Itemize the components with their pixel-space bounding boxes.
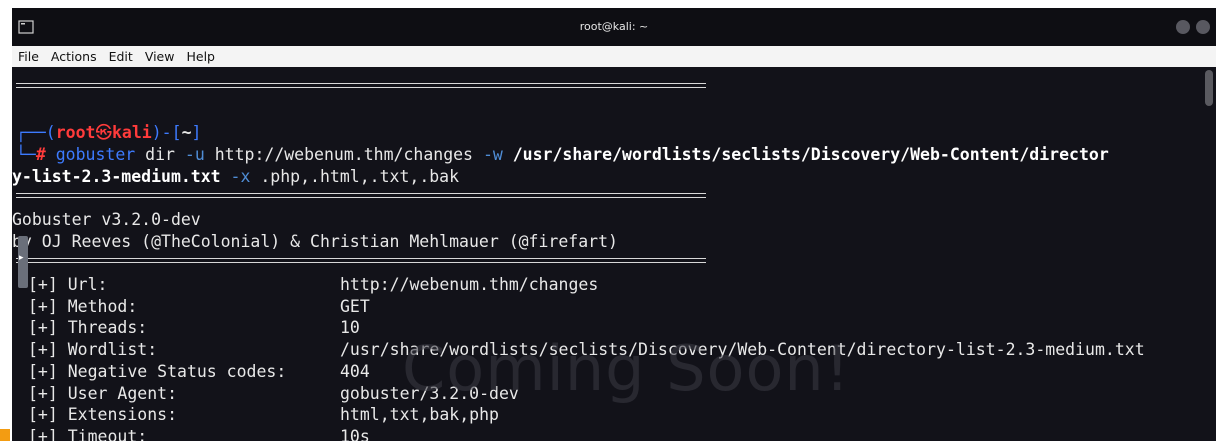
prompt-host: kali: [112, 123, 152, 142]
menu-edit[interactable]: Edit: [109, 49, 133, 64]
window-title: root@kali: ~: [579, 20, 649, 33]
menu-file[interactable]: File: [18, 49, 39, 64]
config-key: [+] Url:: [28, 275, 108, 294]
menu-bar: File Actions Edit View Help: [12, 46, 1216, 67]
config-key: [+] Method:: [28, 296, 138, 316]
config-value: /usr/share/wordlists/seclists/Discovery/…: [340, 340, 1145, 360]
config-value: html,txt,bak,php: [340, 405, 499, 425]
config-value: GET: [340, 296, 370, 316]
separator-line: [16, 258, 706, 263]
minimize-button[interactable]: [1176, 20, 1190, 34]
command-line: └─# gobuster dir -u http://webenum.thm/c…: [16, 145, 1109, 164]
banner-line-2: by OJ Reeves (@TheColonial) & Christian …: [12, 232, 618, 251]
config-key: [+] User Agent:: [28, 383, 178, 403]
side-panel-handle[interactable]: [18, 236, 28, 288]
config-key: [+] Threads:: [28, 318, 148, 338]
config-key: [+] Wordlist:: [28, 340, 158, 360]
banner-line-1: Gobuster v3.2.0-dev: [12, 210, 201, 229]
config-value: 10: [340, 318, 360, 338]
config-value: 404: [340, 361, 370, 381]
config-key: [+] Timeout:: [28, 426, 148, 441]
kali-symbol: ㉿: [95, 123, 113, 142]
terminal-output[interactable]: ┌──(root㉿kali)-[~] └─# gobuster dir -u h…: [12, 67, 1216, 441]
config-key: [+] Extensions:: [28, 405, 178, 425]
config-value: 10s: [340, 426, 370, 441]
config-value: http://webenum.thm/changes: [340, 275, 599, 294]
menu-view[interactable]: View: [145, 49, 175, 64]
close-button[interactable]: [1196, 20, 1210, 34]
prompt-user: root: [55, 123, 96, 142]
command-program: gobuster: [55, 145, 136, 164]
separator-line: [16, 193, 706, 198]
menu-actions[interactable]: Actions: [51, 49, 97, 64]
menu-help[interactable]: Help: [186, 49, 215, 64]
prompt-dir: ~: [181, 123, 192, 142]
separator-line: [16, 83, 706, 88]
title-bar[interactable]: root@kali: ~: [12, 8, 1216, 46]
prompt-line: ┌──(root㉿kali)-[~]: [16, 123, 202, 142]
corner-marker: [0, 429, 10, 441]
window-controls: [1176, 20, 1210, 34]
config-key: [+] Negative Status codes:: [28, 361, 287, 381]
config-value: gobuster/3.2.0-dev: [340, 383, 519, 403]
scrollbar-thumb[interactable]: [1205, 70, 1213, 106]
command-line-wrap: y-list-2.3-medium.txt -x .php,.html,.txt…: [12, 167, 460, 186]
terminal-window: root@kali: ~ File Actions Edit View Help…: [12, 8, 1216, 441]
